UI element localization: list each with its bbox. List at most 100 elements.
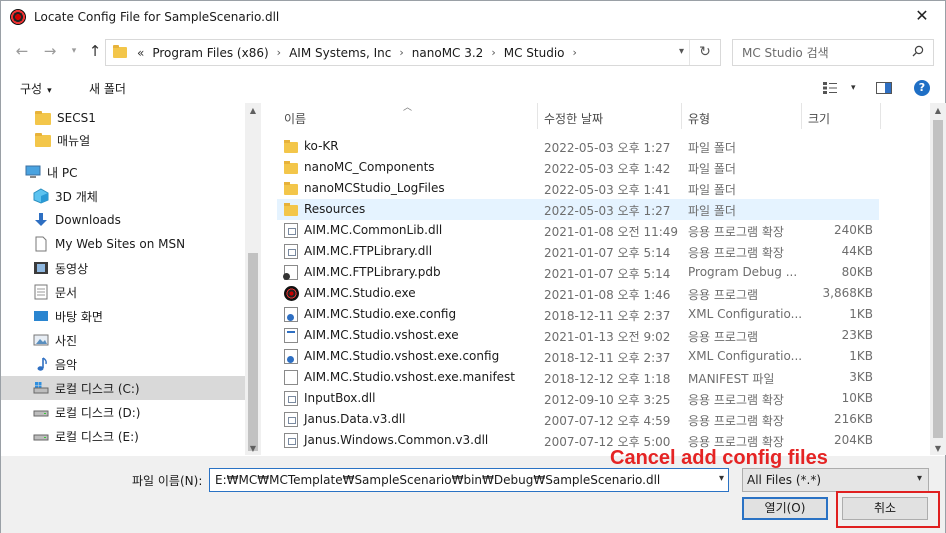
filename-value[interactable]: E:₩MC₩MCTemplate₩SampleScenario₩bin₩Debu…: [215, 473, 660, 487]
file-row[interactable]: InputBox.dll 2012-09-10 오후 3:25 응용 프로그램 확장…: [277, 388, 879, 409]
file-row[interactable]: nanoMC_Components 2022-05-03 오후 1:42 파일 폴더: [277, 157, 879, 178]
chevron-down-icon: ▾: [47, 86, 52, 96]
sidebar-item-pictures[interactable]: 사진: [33, 328, 77, 352]
breadcrumb-item[interactable]: nanoMC 3.2: [412, 46, 484, 60]
sidebar-item-local-disk-d[interactable]: 로컬 디스크 (D:): [33, 400, 140, 424]
sidebar-item-local-disk-c[interactable]: 로컬 디스크 (C:): [1, 376, 245, 400]
forward-arrow-icon[interactable]: →: [39, 40, 61, 62]
file-type: XML Configuratio...: [688, 349, 803, 363]
column-divider[interactable]: [537, 103, 538, 129]
sidebar-item-this-pc[interactable]: 내 PC: [25, 160, 77, 184]
file-row[interactable]: AIM.MC.Studio.vshost.exe.config 2018-12-1…: [277, 346, 879, 367]
file-row[interactable]: AIM.MC.CommonLib.dll 2021-01-08 오전 11:49 응…: [277, 220, 879, 241]
breadcrumb-item[interactable]: AIM Systems, Inc: [289, 46, 391, 60]
view-options[interactable]: ▾: [823, 82, 892, 94]
breadcrumb-overflow[interactable]: «: [137, 46, 144, 60]
chevron-down-icon[interactable]: ▾: [851, 83, 856, 93]
column-divider[interactable]: [880, 103, 881, 129]
help-icon[interactable]: ?: [914, 80, 930, 96]
sidebar-scrollbar[interactable]: ▲ ▼: [245, 103, 261, 455]
column-header-size[interactable]: 크기: [808, 110, 830, 127]
scroll-up-arrow-icon[interactable]: ▲: [245, 106, 261, 115]
chevron-right-icon[interactable]: ›: [491, 46, 495, 59]
sidebar-item-desktop[interactable]: 바탕 화면: [33, 304, 103, 328]
scroll-down-arrow-icon[interactable]: ▼: [930, 444, 946, 453]
recent-locations-chevron-icon[interactable]: ▾: [63, 40, 85, 62]
sidebar-item-label: Downloads: [55, 213, 121, 227]
file-row[interactable]: AIM.MC.Studio.vshost.exe 2021-01-13 오전 9:…: [277, 325, 879, 346]
file-row[interactable]: AIM.MC.Studio.vshost.exe.manifest 2018-12…: [277, 367, 879, 388]
chevron-right-icon[interactable]: ›: [573, 46, 577, 59]
column-header-date[interactable]: 수정한 날짜: [544, 110, 603, 127]
address-dropdown-icon[interactable]: ▾: [679, 46, 684, 57]
command-toolbar: 구성 ▾ 새 폴더 ▾ ?: [1, 73, 945, 103]
folder-icon: [35, 111, 51, 125]
up-arrow-icon[interactable]: ↑: [84, 40, 106, 62]
sidebar-scroll-thumb[interactable]: [248, 253, 258, 451]
file-name: AIM.MC.FTPLibrary.pdb: [304, 265, 441, 279]
file-row[interactable]: AIM.MC.Studio.exe.config 2018-12-11 오후 2:…: [277, 304, 879, 325]
file-name: AIM.MC.Studio.vshost.exe.config: [304, 349, 500, 363]
file-row[interactable]: AIM.MC.FTPLibrary.dll 2021-01-07 오후 5:14 응…: [277, 241, 879, 262]
file-date: 2021-01-08 오후 1:46: [544, 288, 671, 302]
sidebar-item-3d-objects[interactable]: 3D 개체: [33, 184, 98, 208]
sidebar-item-downloads[interactable]: Downloads: [33, 208, 121, 232]
chevron-right-icon[interactable]: ›: [277, 46, 281, 59]
sidebar-item-label: 사진: [55, 333, 78, 348]
sidebar-item-videos[interactable]: 동영상: [33, 256, 88, 280]
search-placeholder[interactable]: MC Studio 검색: [742, 44, 829, 61]
scroll-up-arrow-icon[interactable]: ▲: [930, 106, 946, 115]
file-name: AIM.MC.Studio.exe.config: [304, 307, 457, 321]
organize-menu[interactable]: 구성 ▾: [20, 80, 52, 97]
search-box[interactable]: MC Studio 검색: [732, 39, 934, 66]
sidebar-item-documents[interactable]: 문서: [33, 280, 77, 304]
refresh-icon[interactable]: ↻: [689, 40, 720, 65]
filetype-select[interactable]: All Files (*.*) ▾: [742, 468, 929, 492]
chevron-down-icon[interactable]: ▾: [917, 473, 922, 484]
file-row[interactable]: AIM.MC.Studio.exe 2021-01-08 오후 1:46 응용 프로…: [277, 283, 879, 304]
sidebar-item-label: My Web Sites on MSN: [55, 237, 186, 251]
column-header-name[interactable]: 이름: [284, 110, 306, 127]
file-size: 1KB: [849, 307, 873, 321]
file-date: 2021-01-07 오후 5:14: [544, 246, 671, 260]
breadcrumb-item[interactable]: Program Files (x86): [152, 46, 268, 60]
column-divider[interactable]: [681, 103, 682, 129]
file-row[interactable]: nanoMCStudio_LogFiles 2022-05-03 오후 1:41 파…: [277, 178, 879, 199]
open-button[interactable]: 열기(O): [742, 497, 828, 520]
close-icon[interactable]: ✕: [913, 7, 931, 25]
file-list-scrollbar[interactable]: ▲ ▼: [930, 103, 946, 455]
chevron-right-icon[interactable]: ›: [399, 46, 403, 59]
sidebar-item-local-disk-e[interactable]: 로컬 디스크 (E:): [33, 424, 139, 448]
new-folder-button[interactable]: 새 폴더: [89, 80, 126, 97]
file-row[interactable]: AIM.MC.FTPLibrary.pdb 2021-01-07 오후 5:14 P…: [277, 262, 879, 283]
column-header-type[interactable]: 유형: [688, 110, 710, 127]
sidebar-item-manual[interactable]: 매뉴얼: [35, 128, 90, 152]
file-row[interactable]: Resources 2022-05-03 오후 1:27 파일 폴더: [277, 199, 879, 220]
file-name: AIM.MC.Studio.exe: [304, 286, 416, 300]
file-size: 3KB: [849, 370, 873, 384]
breadcrumb-item[interactable]: MC Studio: [504, 46, 565, 60]
file-type: 응용 프로그램: [688, 330, 759, 344]
address-bar[interactable]: « Program Files (x86) › AIM Systems, Inc…: [105, 39, 721, 66]
dll-file-icon: [284, 223, 298, 238]
chevron-down-icon[interactable]: ▾: [719, 473, 724, 484]
back-arrow-icon[interactable]: ←: [11, 40, 33, 62]
sidebar-item-my-web-sites[interactable]: My Web Sites on MSN: [33, 232, 185, 256]
file-row[interactable]: ko-KR 2022-05-03 오후 1:27 파일 폴더: [277, 136, 879, 157]
sidebar-item-label: 동영상: [55, 261, 89, 276]
pictures-icon: [33, 334, 49, 346]
folder-file-icon: [284, 203, 298, 216]
drive-icon: [33, 434, 49, 441]
file-type: 응용 프로그램: [688, 288, 759, 302]
scroll-down-arrow-icon[interactable]: ▼: [245, 444, 261, 453]
search-icon[interactable]: [912, 45, 924, 57]
sidebar-item-music[interactable]: 음악: [33, 352, 77, 376]
file-list-scroll-thumb[interactable]: [933, 120, 943, 438]
preview-pane-icon[interactable]: [875, 82, 892, 94]
file-type: MANIFEST 파일: [688, 372, 775, 386]
file-row[interactable]: Janus.Data.v3.dll 2007-07-12 오후 4:59 응용 프로…: [277, 409, 879, 430]
sidebar-item-secs1[interactable]: SECS1: [35, 106, 96, 130]
filename-input[interactable]: E:₩MC₩MCTemplate₩SampleScenario₩bin₩Debu…: [209, 468, 729, 492]
view-list-icon[interactable]: [823, 82, 841, 94]
column-divider[interactable]: [801, 103, 802, 129]
